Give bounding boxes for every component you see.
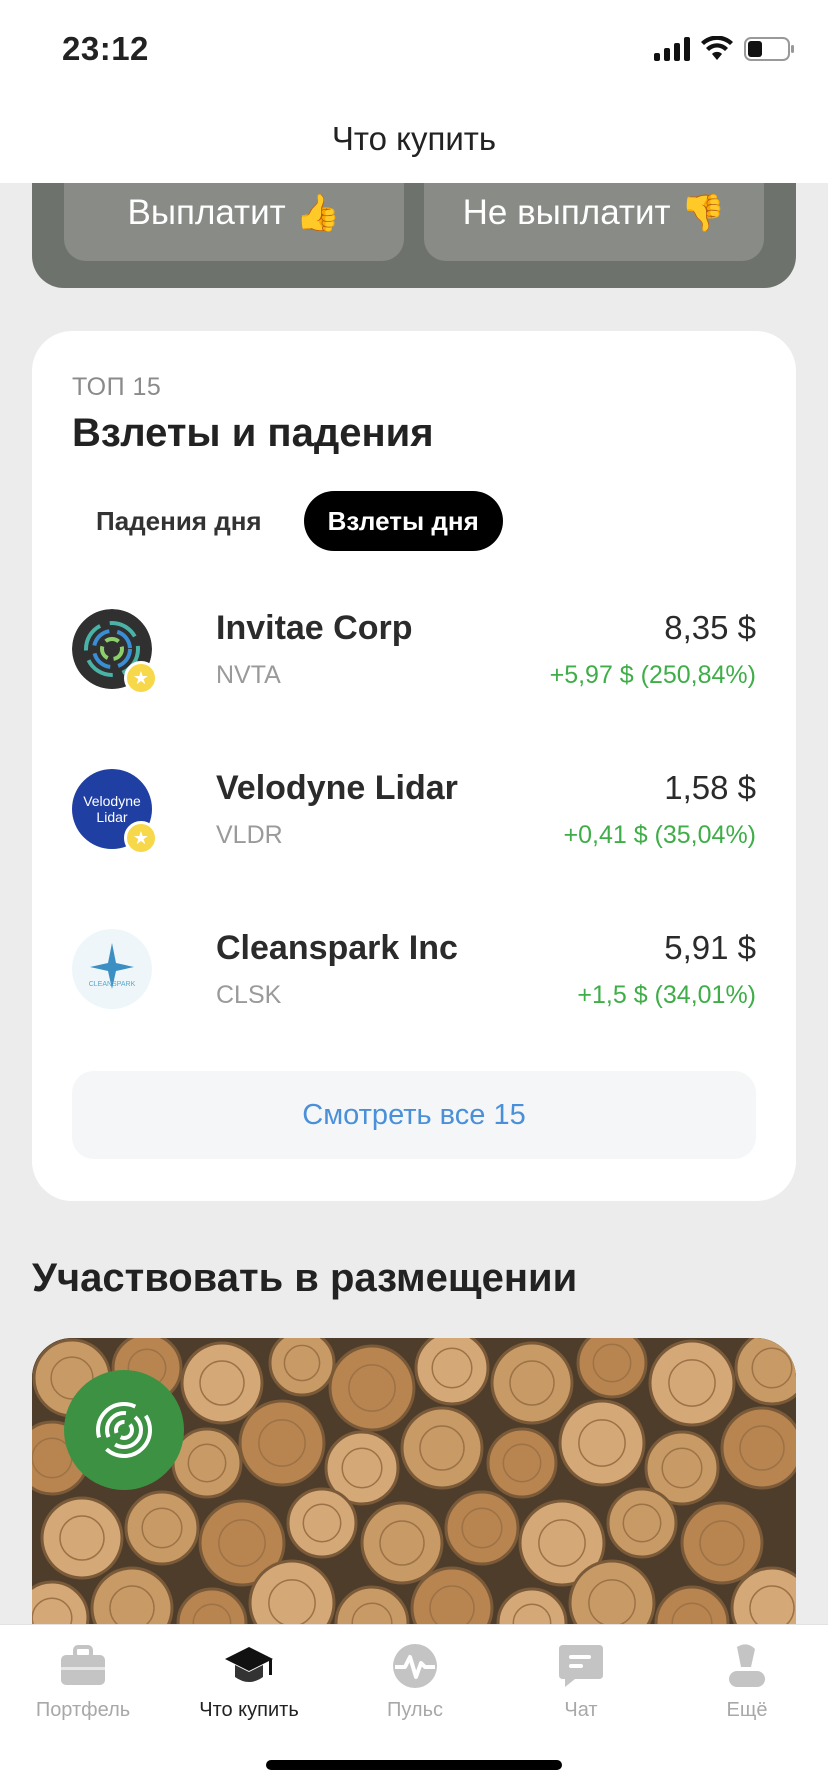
thumbs-up-icon: 👍: [295, 192, 341, 233]
profile-icon: [729, 1644, 765, 1687]
tabbar-item-what-to-buy[interactable]: Что купить: [166, 1641, 332, 1722]
chat-icon: [559, 1645, 603, 1687]
placement-section-title: Участвовать в размещении: [32, 1256, 578, 1300]
velodyne-logo-text: Velodyne Lidar: [83, 793, 141, 825]
company-logo-icon: [64, 1370, 184, 1490]
poll-yes-label: Выплатит: [127, 193, 286, 232]
stock-row[interactable]: ★ Invitae Corp NVTA 8,35 $ +5,97 $ (250,…: [72, 609, 756, 699]
stock-price: 5,91 $: [664, 929, 756, 966]
stock-ticker: NVTA: [216, 661, 281, 689]
tab-rises-of-day[interactable]: Взлеты дня: [303, 491, 503, 551]
poll-no-label: Не выплатит: [462, 193, 671, 232]
tabbar-label: Что купить: [199, 1699, 299, 1721]
see-all-button[interactable]: Смотреть все 15: [72, 1071, 756, 1159]
stock-name: Invitae Corp: [216, 609, 413, 647]
stock-ticker: CLSK: [216, 981, 282, 1009]
tabbar-label: Ещё: [726, 1699, 768, 1721]
tabbar-label: Чат: [564, 1699, 598, 1721]
top15-label: ТОП 15: [72, 373, 162, 401]
cleanspark-logo: CLEANSPARK: [72, 929, 152, 1009]
tabbar-label: Портфель: [35, 1699, 131, 1721]
cellular-signal-icon: [654, 37, 690, 61]
stock-name: Cleanspark Inc: [216, 929, 458, 967]
top15-title: Взлеты и падения: [72, 411, 434, 455]
tab-falls-of-day[interactable]: Падения дня: [72, 491, 286, 551]
stock-change: +5,97 $ (250,84%): [549, 661, 756, 689]
cleanspark-logo-text: CLEANSPARK: [88, 981, 136, 988]
stock-price: 8,35 $: [664, 609, 756, 646]
tabbar-label: Пульс: [386, 1699, 444, 1721]
tabbar-item-portfolio[interactable]: Портфель: [0, 1641, 166, 1722]
tabbar-item-pulse[interactable]: Пульс: [332, 1641, 498, 1722]
wifi-icon: [701, 36, 733, 60]
briefcase-icon: [61, 1645, 105, 1685]
top-bar: 23:12 Что купить: [0, 0, 828, 183]
stock-row[interactable]: Velodyne Lidar ★ Velodyne Lidar VLDR 1,5…: [72, 769, 756, 859]
stock-name: Velodyne Lidar: [216, 769, 458, 807]
status-icons: [654, 36, 796, 62]
stock-ticker: VLDR: [216, 821, 283, 849]
tabbar-item-chat[interactable]: Чат: [498, 1641, 664, 1722]
status-time: 23:12: [62, 30, 149, 67]
pulse-icon: [393, 1644, 437, 1688]
favorite-star-icon: ★: [124, 661, 158, 695]
stock-row[interactable]: CLEANSPARK Cleanspark Inc CLSK 5,91 $ +1…: [72, 929, 756, 1019]
graduation-cap-icon: [225, 1647, 273, 1682]
stock-change: +0,41 $ (35,04%): [563, 821, 757, 849]
top15-card: ТОП 15 Взлеты и падения Падения дня Взле…: [32, 331, 796, 1201]
screen: Выплатит 👍 Не выплатит 👎 23:12 Что купит…: [0, 0, 828, 1792]
stock-price: 1,58 $: [664, 769, 756, 806]
placement-offer-card[interactable]: [32, 1338, 796, 1638]
stock-change: +1,5 $ (34,01%): [577, 981, 756, 1009]
battery-icon: [744, 37, 794, 61]
thumbs-down-icon: 👎: [680, 192, 726, 233]
tabbar-item-more[interactable]: Ещё: [664, 1641, 828, 1722]
page-title: Что купить: [331, 120, 497, 157]
favorite-star-icon: ★: [124, 821, 158, 855]
home-indicator: [266, 1760, 562, 1770]
top15-tabs: Падения дня Взлеты дня: [72, 491, 503, 551]
